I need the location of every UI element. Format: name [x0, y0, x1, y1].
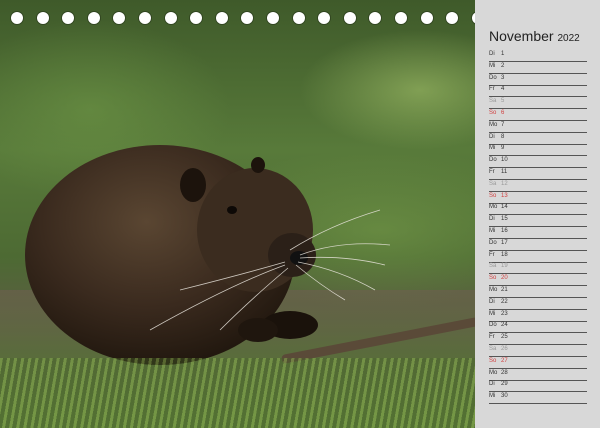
- binding-hole: [11, 12, 23, 24]
- binding-hole: [267, 12, 279, 24]
- day-number: 21: [501, 287, 508, 293]
- day-number: 14: [501, 204, 508, 211]
- day-number: 8: [501, 133, 505, 140]
- day-number: 6: [501, 110, 505, 116]
- day-number: 22: [501, 298, 508, 305]
- day-number: 2: [501, 62, 505, 69]
- day-number: 16: [501, 228, 508, 234]
- day-name: Mi: [489, 393, 496, 400]
- day-name: Do: [489, 322, 497, 329]
- day-number: 25: [501, 334, 508, 341]
- binding-hole: [62, 12, 74, 24]
- binding-hole: [446, 12, 458, 24]
- binding-hole: [113, 12, 125, 24]
- day-number: 19: [501, 263, 508, 270]
- day-number: 24: [501, 322, 508, 329]
- binding-hole: [165, 12, 177, 24]
- day-name: Mi: [489, 228, 496, 234]
- day-name: Mi: [489, 145, 496, 152]
- binding-hole: [37, 12, 49, 24]
- day-name: Fr: [489, 334, 495, 341]
- day-number: 17: [501, 239, 508, 246]
- month-name: November: [489, 28, 554, 44]
- day-number: 20: [501, 275, 508, 282]
- day-number: 13: [501, 192, 508, 199]
- day-name: Do: [489, 74, 497, 81]
- day-number: 3: [501, 74, 505, 81]
- day-number: 27: [501, 357, 508, 364]
- binding-hole: [421, 12, 433, 24]
- day-name: So: [489, 192, 497, 199]
- day-name: So: [489, 110, 497, 116]
- binding-hole: [318, 12, 330, 24]
- day-number: 29: [501, 381, 508, 388]
- day-number: 12: [501, 180, 508, 187]
- day-name: Sa: [489, 346, 497, 352]
- day-name: Do: [489, 157, 497, 164]
- day-name: Do: [489, 239, 497, 246]
- day-name: Di: [489, 298, 495, 305]
- day-name: Mi: [489, 310, 496, 317]
- binding-hole: [241, 12, 253, 24]
- day-number: 15: [501, 216, 508, 223]
- day-row: Mi 30: [489, 391, 587, 405]
- year-label: 2022: [557, 33, 580, 44]
- day-number: 23: [501, 310, 508, 317]
- month-title: November 2022: [489, 28, 580, 44]
- day-number: 28: [501, 369, 508, 376]
- day-number: 5: [501, 98, 505, 105]
- day-number: 10: [501, 157, 508, 164]
- day-number: 4: [501, 86, 505, 93]
- day-name: Sa: [489, 98, 497, 105]
- day-name: Fr: [489, 251, 495, 258]
- day-name: Mo: [489, 287, 498, 293]
- day-number: 30: [501, 393, 508, 400]
- day-number: 11: [501, 169, 508, 175]
- grass-foreground: [0, 358, 475, 428]
- day-name: Di: [489, 133, 495, 140]
- day-number: 1: [501, 51, 505, 57]
- binding-hole: [344, 12, 356, 24]
- day-name: So: [489, 357, 497, 364]
- binding-hole: [88, 12, 100, 24]
- day-number: 26: [501, 346, 508, 352]
- day-name: Mo: [489, 204, 498, 211]
- binding-hole: [369, 12, 381, 24]
- day-name: So: [489, 275, 497, 282]
- day-number: 7: [501, 121, 505, 128]
- binding-hole: [139, 12, 151, 24]
- binding-hole: [216, 12, 228, 24]
- day-name: Di: [489, 51, 495, 57]
- day-name: Fr: [489, 86, 495, 93]
- day-name: Di: [489, 216, 495, 223]
- day-number: 9: [501, 145, 505, 152]
- day-name: Di: [489, 381, 495, 388]
- day-name: Mo: [489, 121, 498, 128]
- day-name: Mo: [489, 369, 498, 376]
- nutria-photo: [0, 0, 475, 428]
- day-number: 18: [501, 251, 508, 258]
- binding-hole: [293, 12, 305, 24]
- binding-hole: [190, 12, 202, 24]
- binding-hole: [395, 12, 407, 24]
- day-name: Sa: [489, 180, 497, 187]
- day-name: Mi: [489, 62, 496, 69]
- day-name: Fr: [489, 169, 495, 175]
- day-name: Sa: [489, 263, 497, 270]
